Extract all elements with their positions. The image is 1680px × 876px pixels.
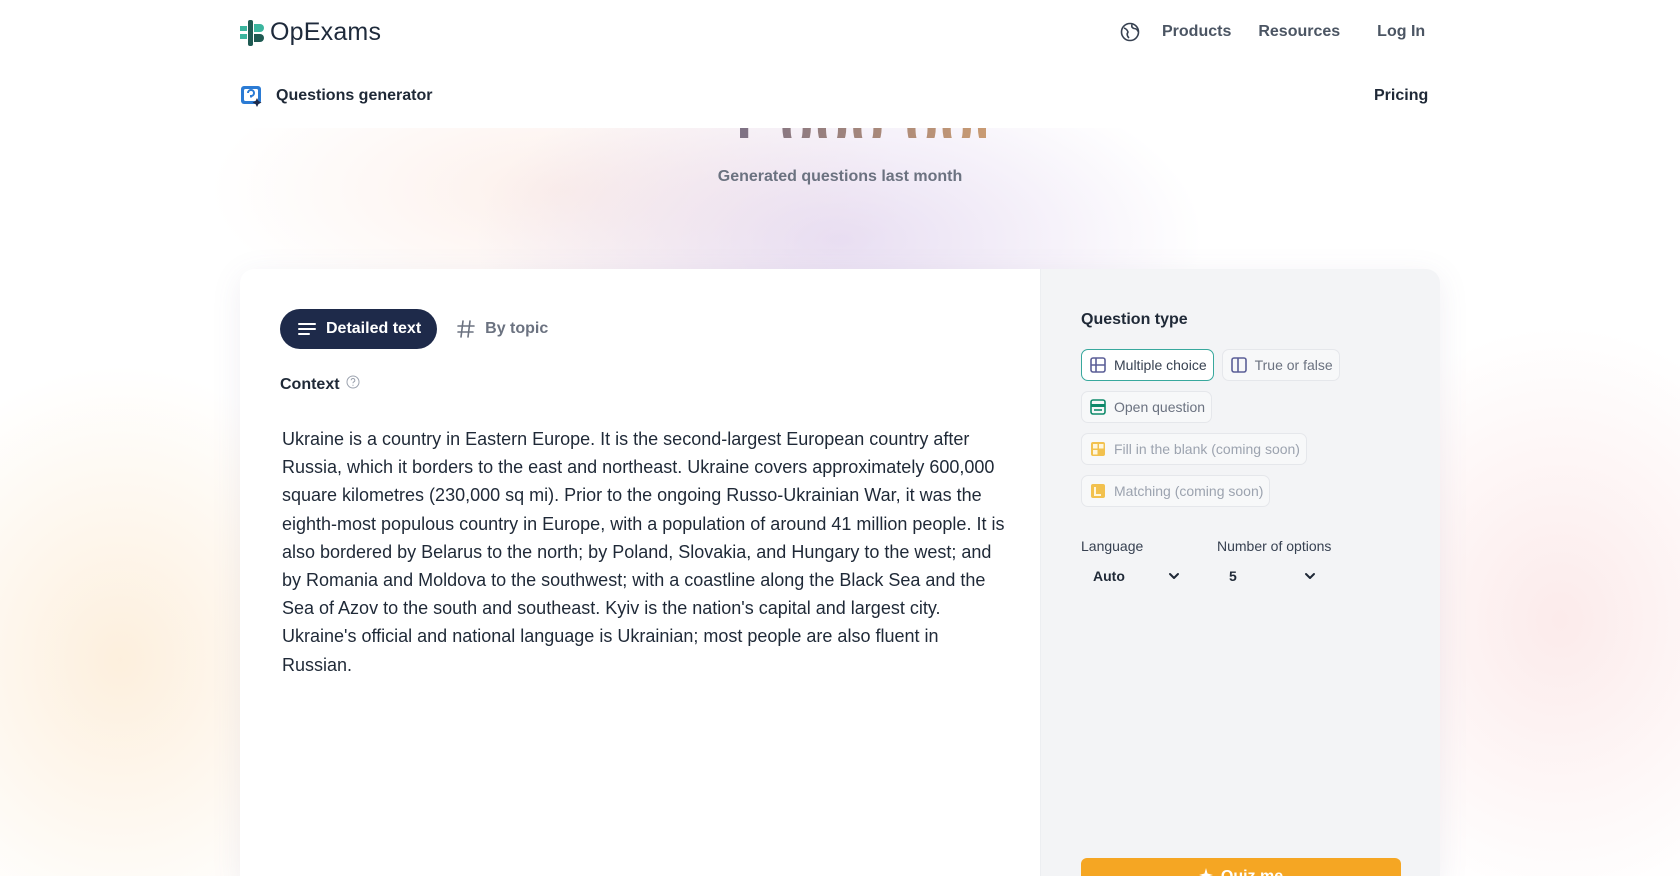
chip-label: Multiple choice (1114, 357, 1207, 373)
num-options-select[interactable]: 5 (1217, 557, 1329, 595)
brand-name: OpExams (270, 18, 382, 46)
sparkle-icon (1198, 868, 1213, 876)
tab-by-topic[interactable]: By topic (457, 320, 548, 338)
input-mode-tabs: Detailed text By topic (280, 309, 548, 349)
chip-label: True or false (1254, 357, 1333, 373)
num-options-label: Number of options (1217, 538, 1332, 554)
quiz-me-button[interactable]: Quiz me (1081, 858, 1401, 876)
pricing-link[interactable]: Pricing (1374, 87, 1428, 105)
opexams-logo-icon (240, 19, 264, 46)
question-type-fill-blank[interactable]: Fill in the blank (coming soon) (1081, 433, 1307, 465)
tab-by-topic-label: By topic (485, 320, 549, 337)
brand-logo[interactable]: OpExams (240, 18, 381, 47)
login-link[interactable]: Log In (1377, 23, 1425, 41)
chip-label: Open question (1114, 399, 1206, 415)
question-type-open-question[interactable]: Open question (1081, 391, 1213, 423)
question-type-multiple-choice[interactable]: Multiple choice (1081, 349, 1214, 381)
matching-icon (1091, 484, 1105, 498)
questions-generator-label: Questions generator (276, 87, 433, 104)
nav-products-link[interactable]: Products (1162, 23, 1231, 41)
context-label: Context (280, 375, 360, 394)
top-navbar: OpExams Products Resources Log In (0, 0, 1680, 64)
chevron-down-icon (1169, 573, 1179, 579)
editor-panel: Detailed text By topic Context Ukraine i… (240, 269, 1040, 876)
blank-icon (1091, 442, 1105, 456)
generator-card: Detailed text By topic Context Ukraine i… (240, 269, 1440, 876)
generated-caption: Generated questions last month (717, 168, 963, 185)
language-label: Language (1081, 538, 1144, 554)
lines-icon (298, 323, 316, 335)
question-generator-icon (241, 86, 262, 107)
context-textarea[interactable]: Ukraine is a country in Eastern Europe. … (282, 425, 1012, 679)
hash-icon (457, 320, 475, 338)
sub-navbar: Questions generator Pricing (0, 64, 1680, 128)
language-select[interactable]: Auto (1081, 557, 1193, 595)
chevron-down-icon (1305, 573, 1315, 579)
form-icon (1090, 399, 1106, 415)
question-type-true-false[interactable]: True or false (1221, 349, 1340, 381)
globe-icon[interactable] (1120, 22, 1140, 42)
question-type-matching[interactable]: Matching (coming soon) (1081, 475, 1271, 507)
help-circle-icon[interactable] (346, 375, 360, 389)
chip-label: Fill in the blank (coming soon) (1114, 441, 1300, 457)
columns-icon (1230, 357, 1247, 373)
language-value: Auto (1093, 568, 1125, 584)
context-title: Context (280, 376, 340, 393)
grid-icon (1090, 357, 1106, 373)
quiz-me-label: Quiz me (1221, 868, 1283, 876)
chip-label: Matching (coming soon) (1114, 483, 1264, 499)
question-type-options: Multiple choice True or false Open quest… (1081, 349, 1411, 517)
settings-panel: Question type Multiple choice True or fa… (1040, 269, 1440, 876)
nav-resources-link[interactable]: Resources (1258, 23, 1340, 41)
question-type-title: Question type (1081, 311, 1188, 328)
questions-generator-link[interactable]: Questions generator (240, 84, 432, 108)
tab-detailed-text-label: Detailed text (326, 320, 422, 337)
tab-detailed-text[interactable]: Detailed text (280, 309, 438, 349)
num-options-value: 5 (1229, 568, 1237, 584)
main-nav: Products Resources Log In (1120, 20, 1452, 44)
